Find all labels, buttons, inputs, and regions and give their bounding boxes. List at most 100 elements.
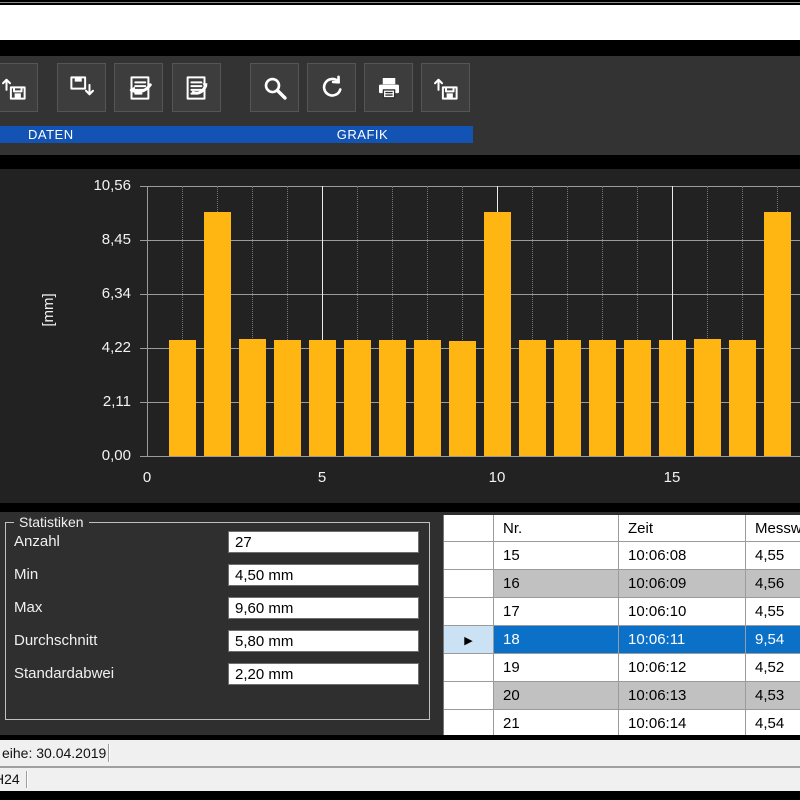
y-gridline xyxy=(147,294,800,295)
y-tick-label: 2,11 xyxy=(52,393,131,410)
load-data-button[interactable] xyxy=(0,63,38,112)
y-tick-mark xyxy=(140,348,147,349)
stat-input-max[interactable] xyxy=(228,597,419,619)
statistics-title: Statistiken xyxy=(14,514,89,530)
export-report-button[interactable] xyxy=(172,63,221,112)
row-header-cell[interactable] xyxy=(444,598,494,626)
table-cell-nr[interactable]: 18 xyxy=(494,626,619,654)
window-title-strip xyxy=(0,5,800,40)
floppy-arrow-up-icon xyxy=(431,73,461,103)
table-row[interactable]: 1710:06:104,55 xyxy=(444,598,800,626)
chart-bar xyxy=(729,340,756,456)
y-tick-mark xyxy=(140,240,147,241)
table-cell-messwert[interactable]: 4,55 xyxy=(746,542,800,570)
chart-bar xyxy=(659,340,686,456)
y-tick-mark xyxy=(140,402,147,403)
chart-bar xyxy=(484,212,511,456)
row-header-cell[interactable] xyxy=(444,654,494,682)
current-row-marker-icon: ▶ xyxy=(464,635,472,647)
status-text-date: eihe: 30.04.2019 xyxy=(2,740,106,766)
table-row[interactable]: 1910:06:124,52 xyxy=(444,654,800,682)
row-header-cell[interactable]: ▶ xyxy=(444,626,494,654)
row-header-cell[interactable] xyxy=(444,682,494,710)
table-cell-messwert[interactable]: 4,55 xyxy=(746,598,800,626)
printer-icon xyxy=(374,73,404,103)
table-cell-messwert[interactable]: 4,56 xyxy=(746,570,800,598)
stat-input-min[interactable] xyxy=(228,564,419,586)
print-button[interactable] xyxy=(364,63,413,112)
table-header-cell-messwert[interactable]: Messwert xyxy=(746,515,800,542)
table-cell-zeit[interactable]: 10:06:14 xyxy=(619,710,746,735)
table-row[interactable]: 2110:06:144,54 xyxy=(444,710,800,735)
table-cell-nr[interactable]: 19 xyxy=(494,654,619,682)
toolbar-group-label-daten: DATEN xyxy=(0,126,252,143)
table-cell-zeit[interactable]: 10:06:12 xyxy=(619,654,746,682)
chart-panel: [mm] 0,002,114,226,348,4510,56051015 xyxy=(0,169,800,503)
save-graphic-button[interactable] xyxy=(421,63,470,112)
chart-bar xyxy=(169,340,196,456)
table-cell-zeit[interactable]: 10:06:13 xyxy=(619,682,746,710)
toolbar-group-label-grafik: GRAFIK xyxy=(252,126,473,143)
table-header-cell-nr[interactable]: Nr. xyxy=(494,515,619,542)
chart-bar xyxy=(589,340,616,456)
chart-bar xyxy=(519,340,546,456)
table-row[interactable]: 2010:06:134,53 xyxy=(444,682,800,710)
table-cell-zeit[interactable]: 10:06:11 xyxy=(619,626,746,654)
zoom-button[interactable] xyxy=(250,63,299,112)
y-tick-label: 6,34 xyxy=(52,285,131,302)
stat-input-anzahl[interactable] xyxy=(228,531,419,553)
stat-label-anzahl: Anzahl xyxy=(14,531,60,553)
document-import-icon xyxy=(124,73,154,103)
row-header-cell[interactable] xyxy=(444,570,494,598)
top-divider-line xyxy=(0,2,800,3)
chart-bar xyxy=(449,341,476,456)
chart-bar xyxy=(204,212,231,456)
table-cell-nr[interactable]: 16 xyxy=(494,570,619,598)
y-tick-mark xyxy=(140,294,147,295)
magnifier-icon xyxy=(260,73,290,103)
table-row[interactable]: 1510:06:084,55 xyxy=(444,542,800,570)
recycle-icon xyxy=(317,73,347,103)
table-cell-messwert[interactable]: 4,54 xyxy=(746,710,800,735)
measurement-table[interactable]: Nr.ZeitMesswert1510:06:084,551610:06:094… xyxy=(443,515,800,735)
table-cell-nr[interactable]: 21 xyxy=(494,710,619,735)
table-cell-messwert[interactable]: 4,53 xyxy=(746,682,800,710)
chart-bar xyxy=(554,340,581,456)
stat-label-standardabwei: Standardabwei xyxy=(14,663,114,685)
document-export-icon xyxy=(182,73,212,103)
table-cell-messwert[interactable]: 4,52 xyxy=(746,654,800,682)
table-cell-nr[interactable]: 15 xyxy=(494,542,619,570)
import-data-button[interactable] xyxy=(114,63,163,112)
stat-label-max: Max xyxy=(14,597,42,619)
table-cell-zeit[interactable]: 10:06:10 xyxy=(619,598,746,626)
stat-label-durchschnitt: Durchschnitt xyxy=(14,630,97,652)
row-header-cell[interactable] xyxy=(444,710,494,735)
chart-bar xyxy=(624,340,651,456)
y-gridline xyxy=(147,456,800,457)
table-header-cell-zeit[interactable]: Zeit xyxy=(619,515,746,542)
table-cell-nr[interactable]: 17 xyxy=(494,598,619,626)
row-header-cell[interactable] xyxy=(444,542,494,570)
x-tick-label: 5 xyxy=(307,469,337,486)
table-row[interactable]: ▶ 1810:06:119,54 xyxy=(444,626,800,654)
chart-bar xyxy=(379,340,406,456)
y-gridline xyxy=(147,240,800,241)
y-tick-label: 8,45 xyxy=(52,231,131,248)
stat-input-standardabwei[interactable] xyxy=(228,663,419,685)
status-separator xyxy=(26,771,27,788)
table-cell-nr[interactable]: 20 xyxy=(494,682,619,710)
table-row[interactable]: 1610:06:094,56 xyxy=(444,570,800,598)
table-cell-zeit[interactable]: 10:06:09 xyxy=(619,570,746,598)
chart-bar xyxy=(239,339,266,456)
table-cell-messwert[interactable]: 9,54 xyxy=(746,626,800,654)
status-bar-2: H24 xyxy=(0,768,800,791)
stat-label-min: Min xyxy=(14,564,38,586)
table-corner-cell xyxy=(444,515,494,542)
y-tick-mark xyxy=(140,186,147,187)
floppy-arrow-down-icon xyxy=(67,73,97,103)
refresh-button[interactable] xyxy=(307,63,356,112)
stat-input-durchschnitt[interactable] xyxy=(228,630,419,652)
table-cell-zeit[interactable]: 10:06:08 xyxy=(619,542,746,570)
save-data-button[interactable] xyxy=(57,63,106,112)
y-tick-label: 10,56 xyxy=(52,177,131,194)
